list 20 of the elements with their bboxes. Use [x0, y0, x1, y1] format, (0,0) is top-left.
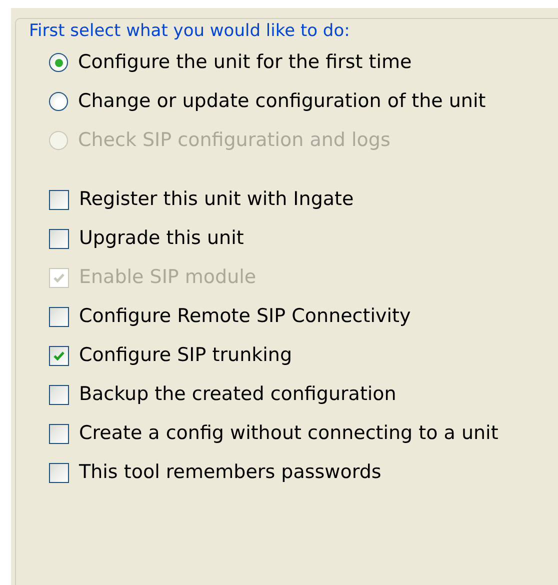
checkbox[interactable] [49, 190, 69, 210]
checkbox[interactable] [49, 306, 69, 326]
checkbox[interactable] [49, 346, 69, 366]
radio-button[interactable] [49, 53, 68, 72]
checkbox-label[interactable]: Backup the created configuration [79, 380, 396, 409]
checkbox[interactable] [49, 462, 69, 482]
checkbox-label[interactable]: Create a config without connecting to a unit [79, 419, 498, 448]
radio-label[interactable]: Configure the unit for the first time [78, 48, 412, 77]
checkbox[interactable] [49, 228, 69, 248]
radio-label[interactable]: Change or update configuration of the unit [78, 87, 486, 116]
radio-button[interactable] [49, 92, 68, 111]
check-icon [53, 350, 65, 362]
check-icon [53, 272, 65, 284]
checkbox-label[interactable]: Configure Remote SIP Connectivity [79, 302, 411, 331]
checkbox[interactable] [49, 424, 69, 444]
checkbox[interactable] [49, 384, 69, 404]
checkbox-label[interactable]: Configure SIP trunking [79, 341, 292, 370]
checkbox-label[interactable]: This tool remembers passwords [79, 458, 382, 487]
checkbox-label[interactable]: Upgrade this unit [79, 224, 244, 253]
checkbox-label[interactable]: Register this unit with Ingate [79, 185, 354, 214]
